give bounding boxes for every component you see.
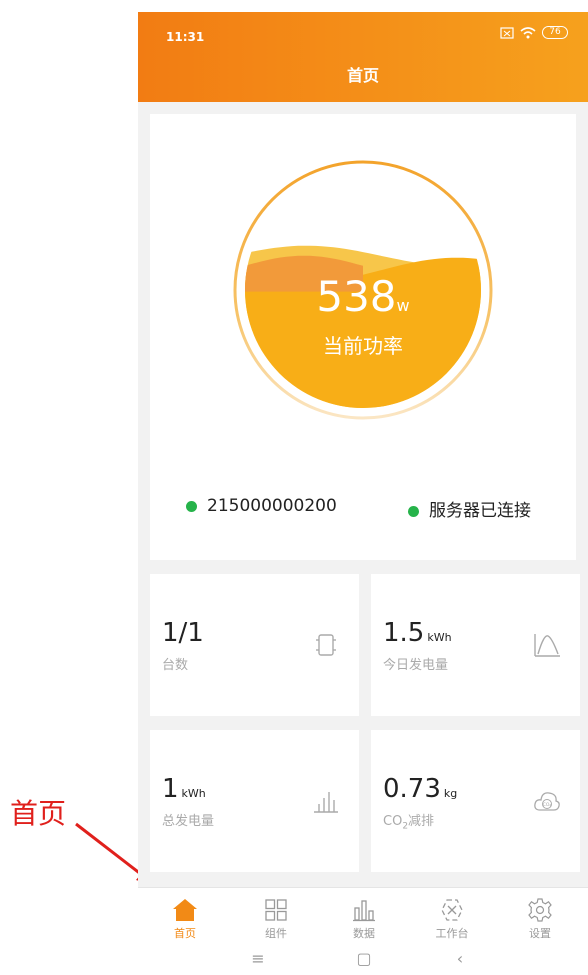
sim-icon bbox=[500, 26, 514, 39]
today-energy-label: 今日发电量 bbox=[383, 658, 449, 673]
curve-chart-icon bbox=[534, 634, 560, 657]
svg-text:CO₂: CO₂ bbox=[543, 802, 552, 808]
total-energy-card[interactable]: 1 kWh 总发电量 bbox=[150, 730, 359, 872]
home-icon bbox=[173, 899, 197, 921]
total-energy-value: 1 kWh bbox=[162, 774, 206, 804]
back-icon[interactable]: ‹ bbox=[450, 949, 470, 968]
tab-data-label: 数据 bbox=[353, 927, 375, 940]
connection-status-row: 215000000200 服务器已连接 bbox=[150, 494, 576, 524]
app-header: 11:31 76 首页 bbox=[138, 12, 588, 102]
co2-card[interactable]: 0.73 kg CO2减排 CO₂ bbox=[371, 730, 580, 872]
status-time: 11:31 bbox=[166, 30, 205, 44]
home-nav-icon[interactable]: ▢ bbox=[354, 949, 374, 968]
server-online-dot bbox=[408, 505, 419, 517]
co2-label-suffix: 减排 bbox=[408, 814, 435, 829]
device-count-value: 1/1 bbox=[162, 618, 204, 648]
device-count-number: 1/1 bbox=[162, 618, 204, 648]
co2-number: 0.73 bbox=[383, 774, 441, 804]
power-card: 538w 当前功率 215000000200 服务器已连接 bbox=[150, 114, 576, 560]
inverter-icon bbox=[316, 634, 336, 656]
server-status-item: 服务器已连接 bbox=[408, 496, 531, 521]
bottom-tab-bar: 首页 组件 数据 工作台 设置 bbox=[138, 887, 588, 947]
today-energy-unit: kWh bbox=[427, 631, 452, 644]
co2-unit: kg bbox=[443, 787, 458, 800]
page-title: 首页 bbox=[346, 66, 379, 85]
today-energy-card[interactable]: 1.5 kWh 今日发电量 bbox=[371, 574, 580, 716]
total-energy-unit: kWh bbox=[181, 787, 206, 800]
tab-home[interactable]: 首页 bbox=[155, 898, 215, 941]
co2-label-prefix: CO bbox=[383, 814, 403, 829]
bar-chart-icon bbox=[353, 900, 375, 922]
tab-data[interactable]: 数据 bbox=[334, 898, 394, 941]
current-power-value: 538w bbox=[150, 272, 576, 321]
tab-workbench-label: 工作台 bbox=[435, 927, 469, 940]
tab-settings-label: 设置 bbox=[529, 927, 551, 940]
device-count-card[interactable]: 1/1 台数 bbox=[150, 574, 359, 716]
power-unit: w bbox=[396, 296, 410, 315]
device-count-label: 台数 bbox=[162, 658, 189, 673]
device-serial: 215000000200 bbox=[207, 496, 337, 516]
tab-home-label: 首页 bbox=[174, 927, 196, 940]
tab-components[interactable]: 组件 bbox=[246, 898, 306, 941]
grid-icon bbox=[265, 899, 287, 921]
today-energy-value: 1.5 kWh bbox=[383, 618, 452, 648]
tab-workbench[interactable]: 工作台 bbox=[422, 898, 482, 941]
tab-components-label: 组件 bbox=[265, 927, 287, 940]
workbench-icon bbox=[441, 899, 463, 921]
tab-settings[interactable]: 设置 bbox=[510, 898, 570, 941]
screenshot-root: 首页 11:31 76 首页 538w 当前功率 215000000200 服务… bbox=[0, 0, 588, 975]
system-nav-bar: ≡ ▢ ‹ bbox=[138, 947, 588, 975]
power-number: 538 bbox=[316, 272, 397, 321]
server-status: 服务器已连接 bbox=[429, 501, 531, 521]
co2-label: CO2减排 bbox=[383, 810, 434, 832]
today-energy-number: 1.5 bbox=[383, 618, 425, 648]
status-icons: 76 bbox=[500, 26, 568, 39]
total-energy-label: 总发电量 bbox=[162, 814, 215, 829]
current-power-label: 当前功率 bbox=[323, 334, 403, 358]
total-energy-number: 1 bbox=[162, 774, 179, 804]
menu-icon[interactable]: ≡ bbox=[248, 949, 268, 968]
bar-stats-icon bbox=[314, 792, 338, 813]
phone-screen: 11:31 76 首页 538w 当前功率 215000000200 服务器已连… bbox=[138, 12, 588, 975]
device-online-dot bbox=[186, 500, 197, 512]
annotation-label: 首页 bbox=[10, 797, 67, 830]
device-serial-item: 215000000200 bbox=[186, 496, 337, 516]
wifi-icon bbox=[520, 26, 536, 38]
co2-value: 0.73 kg bbox=[383, 774, 457, 804]
co2-cloud-icon: CO₂ bbox=[534, 792, 560, 811]
gear-icon bbox=[528, 898, 552, 922]
battery-icon: 76 bbox=[542, 26, 568, 39]
